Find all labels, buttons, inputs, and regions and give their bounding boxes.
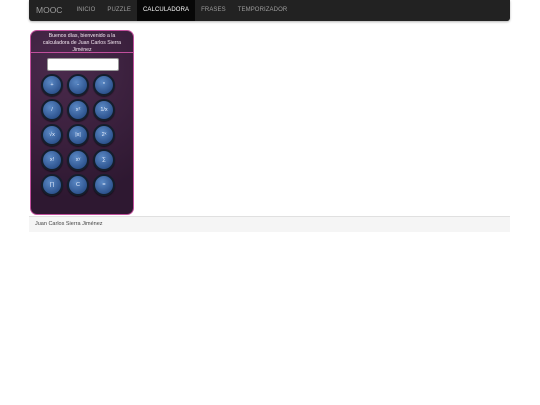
- key-square[interactable]: x²: [67, 99, 89, 121]
- key-abs[interactable]: |x|: [67, 124, 89, 146]
- key-add[interactable]: +: [41, 74, 63, 96]
- footer-text: Juan Carlos Sierra Jiménez: [35, 221, 103, 227]
- nav-item-inicio[interactable]: INICIO: [70, 0, 101, 21]
- calculator-display[interactable]: [47, 58, 119, 71]
- key-sum[interactable]: ∑: [93, 149, 115, 171]
- nav-item-calculadora[interactable]: CALCULADORA: [137, 0, 196, 21]
- nav-item-puzzle[interactable]: PUZZLE: [101, 0, 137, 21]
- key-pow2[interactable]: 2ˣ: [93, 124, 115, 146]
- nav-item-temporizador[interactable]: TEMPORIZADOR: [232, 0, 294, 21]
- key-subtract[interactable]: -: [67, 74, 89, 96]
- brand-link[interactable]: MOOC: [29, 0, 70, 21]
- key-equals[interactable]: =: [93, 174, 115, 196]
- key-multiply[interactable]: *: [93, 74, 115, 96]
- nav-item-frases[interactable]: FRASES: [195, 0, 232, 21]
- key-clear[interactable]: C: [67, 174, 89, 196]
- key-product[interactable]: ∏: [41, 174, 63, 196]
- calculator-keypad: + - * / x² 1/x √x |x| 2ˣ x! xʸ ∑ ∏ C =: [41, 74, 125, 196]
- key-sqrt[interactable]: √x: [41, 124, 63, 146]
- top-navbar: MOOC INICIO PUZZLE CALCULADORA FRASES TE…: [29, 0, 510, 21]
- key-power[interactable]: xʸ: [67, 149, 89, 171]
- key-divide[interactable]: /: [41, 99, 63, 121]
- calculator-panel: Buenos días, bienvenido a la calculadora…: [30, 30, 134, 215]
- page-footer: Juan Carlos Sierra Jiménez: [29, 216, 510, 232]
- greeting-text: Buenos días, bienvenido a la calculadora…: [31, 31, 133, 53]
- key-factorial[interactable]: x!: [41, 149, 63, 171]
- key-reciprocal[interactable]: 1/x: [93, 99, 115, 121]
